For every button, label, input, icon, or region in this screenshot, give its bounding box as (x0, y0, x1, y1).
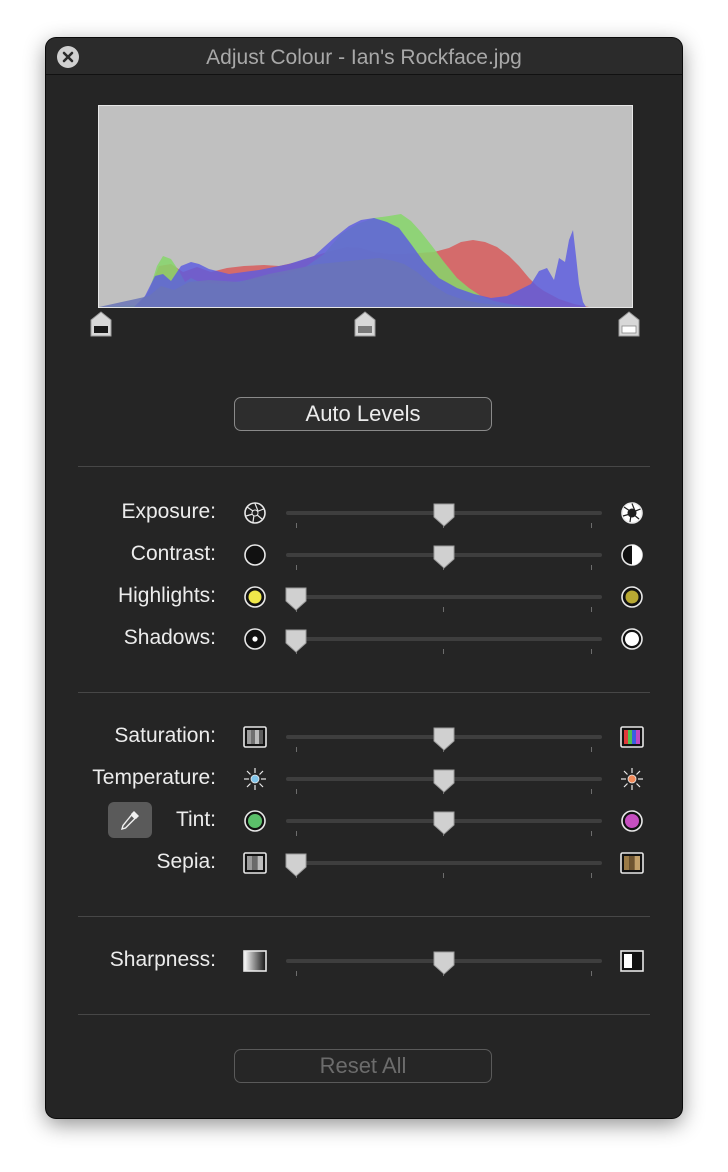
sharpness-slider-thumb[interactable] (432, 950, 456, 976)
contrast-low-icon (243, 543, 267, 567)
desaturated-icon (243, 725, 267, 749)
contrast-label: Contrast: (130, 542, 216, 565)
aperture-closed-icon (243, 501, 267, 525)
shadows-label: Shadows: (123, 626, 216, 649)
exposure-slider[interactable] (286, 503, 602, 528)
reset-all-button[interactable]: Reset All (234, 1049, 492, 1083)
highlights-bright-icon (243, 585, 267, 609)
histogram (98, 105, 633, 308)
black-point-marker[interactable] (90, 311, 112, 337)
divider (78, 692, 650, 693)
divider (78, 916, 650, 917)
sepia-label: Sepia: (156, 850, 216, 873)
title-bar: Adjust Colour - Ian's Rockface.jpg (46, 38, 682, 75)
saturation-label: Saturation: (114, 724, 216, 747)
tint-label: Tint: (175, 808, 216, 831)
contrast-high-icon (620, 543, 644, 567)
divider (78, 1014, 650, 1015)
tint-slider-thumb[interactable] (432, 810, 456, 836)
cool-sun-icon (243, 767, 267, 791)
exposure-slider-thumb[interactable] (432, 502, 456, 528)
highlights-slider[interactable] (285, 587, 602, 612)
shadows-dark-icon (243, 627, 267, 651)
temperature-label: Temperature: (92, 766, 216, 789)
shadows-slider[interactable] (285, 629, 602, 654)
white-point-marker[interactable] (618, 311, 640, 337)
auto-levels-button[interactable]: Auto Levels (234, 397, 492, 431)
temperature-slider[interactable] (286, 769, 602, 794)
shadows-row: Shadows: (46, 621, 682, 657)
sharpness-slider[interactable] (286, 951, 602, 976)
aperture-open-icon (620, 501, 644, 525)
exposure-row: Exposure: (46, 495, 682, 531)
highlights-row: Highlights: (46, 579, 682, 615)
green-tint-icon (243, 809, 267, 833)
shadows-light-icon (620, 627, 644, 651)
mid-point-marker[interactable] (354, 311, 376, 337)
tint-slider[interactable] (286, 811, 602, 836)
divider (78, 466, 650, 467)
no-sepia-icon (243, 851, 267, 875)
saturated-icon (620, 725, 644, 749)
exposure-label: Exposure: (121, 500, 216, 523)
sharpness-label: Sharpness: (109, 948, 216, 971)
soft-edge-icon (243, 949, 267, 973)
shadows-slider-thumb[interactable] (284, 628, 308, 654)
highlights-label: Highlights: (117, 584, 216, 607)
sharp-edge-icon (620, 949, 644, 973)
window-title: Adjust Colour - Ian's Rockface.jpg (206, 46, 522, 69)
contrast-slider-thumb[interactable] (432, 544, 456, 570)
temperature-slider-thumb[interactable] (432, 768, 456, 794)
sepia-row: Sepia: (46, 845, 682, 881)
sepia-slider-thumb[interactable] (284, 852, 308, 878)
tint-row: Tint: (46, 803, 682, 839)
sepia-slider[interactable] (285, 853, 602, 878)
sharpness-row: Sharpness: (46, 943, 682, 979)
contrast-slider[interactable] (286, 545, 602, 570)
warm-sun-icon (620, 767, 644, 791)
magenta-tint-icon (620, 809, 644, 833)
highlights-slider-thumb[interactable] (284, 586, 308, 612)
contrast-row: Contrast: (46, 537, 682, 573)
temperature-row: Temperature: (46, 761, 682, 797)
saturation-slider-thumb[interactable] (432, 726, 456, 752)
highlights-dim-icon (620, 585, 644, 609)
adjust-colour-window: Adjust Colour - Ian's Rockface.jpg Auto … (46, 38, 682, 1118)
saturation-row: Saturation: (46, 719, 682, 755)
saturation-slider[interactable] (286, 727, 602, 752)
sepia-icon (620, 851, 644, 875)
